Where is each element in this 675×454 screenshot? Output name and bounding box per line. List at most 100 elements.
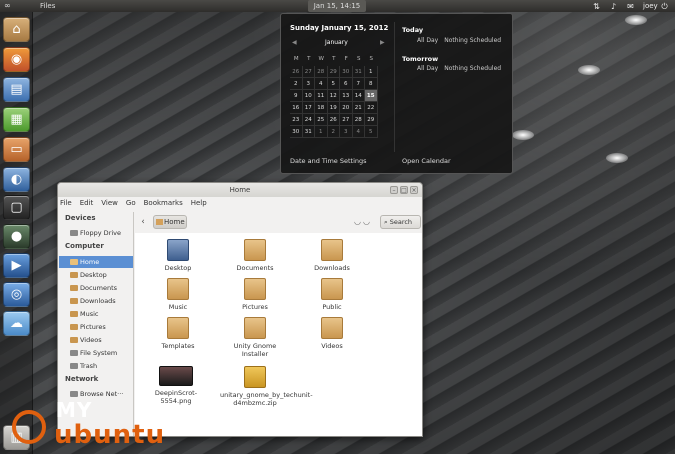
calendar-day[interactable]: 19: [327, 102, 340, 114]
maximize-icon[interactable]: □: [400, 186, 408, 194]
calendar-day[interactable]: 16: [290, 102, 303, 114]
calendar-day[interactable]: 9: [290, 90, 303, 102]
calendar-day[interactable]: 21: [352, 102, 365, 114]
sidebar-item-documents[interactable]: Documents: [59, 282, 133, 294]
calendar-day[interactable]: 31: [352, 66, 365, 78]
file-item-templates[interactable]: Templates: [143, 317, 213, 350]
calendar-day[interactable]: 24: [302, 114, 315, 126]
file-item-public[interactable]: Public: [297, 278, 367, 311]
calendar-day[interactable]: 29: [327, 66, 340, 78]
calendar-day[interactable]: 2: [327, 126, 340, 138]
calendar-day[interactable]: 23: [290, 114, 303, 126]
calc-icon[interactable]: ▦: [3, 107, 30, 132]
calendar-day[interactable]: 1: [315, 126, 328, 138]
prev-month-icon[interactable]: ◀: [292, 39, 297, 46]
web-icon[interactable]: ●: [3, 224, 30, 249]
close-icon[interactable]: ×: [410, 186, 418, 194]
calendar-day[interactable]: 3: [340, 126, 353, 138]
file-item-desktop[interactable]: Desktop: [143, 239, 213, 272]
writer-icon[interactable]: ▤: [3, 77, 30, 102]
calendar-day[interactable]: 8: [365, 78, 378, 90]
calendar-day[interactable]: 27: [340, 114, 353, 126]
calendar-day[interactable]: 13: [340, 90, 353, 102]
menu-edit[interactable]: Edit: [80, 199, 94, 209]
calendar-day[interactable]: 30: [340, 66, 353, 78]
file-item-unitary-zip[interactable]: unitary_gnome_by_techunit-d4mbzmc.zip: [220, 366, 313, 407]
calendar-day-today[interactable]: 15: [365, 90, 378, 102]
minimize-icon[interactable]: –: [390, 186, 398, 194]
next-month-icon[interactable]: ▶: [380, 39, 385, 46]
back-icon[interactable]: ‹: [136, 215, 150, 229]
ubuntu-one-icon[interactable]: ◎: [3, 282, 30, 307]
impress-icon[interactable]: ▭: [3, 137, 30, 162]
volume-icon[interactable]: ♪: [609, 2, 618, 11]
calendar-day[interactable]: 12: [327, 90, 340, 102]
ubuntu-logo-icon[interactable]: ∞: [4, 2, 16, 10]
file-item-unity-gnome-installer[interactable]: Unity Gnome Installer: [220, 317, 290, 358]
calendar-day[interactable]: 26: [327, 114, 340, 126]
calendar-day[interactable]: 1: [365, 66, 378, 78]
file-item-pictures[interactable]: Pictures: [220, 278, 290, 311]
calendar-day[interactable]: 20: [340, 102, 353, 114]
sidebar-item-desktop[interactable]: Desktop: [59, 269, 133, 281]
calendar-day[interactable]: 4: [352, 126, 365, 138]
clock-indicator[interactable]: Jan 15, 14:15: [308, 0, 366, 12]
calendar-day[interactable]: 6: [340, 78, 353, 90]
power-icon[interactable]: ⏻: [660, 2, 669, 11]
calendar-day[interactable]: 7: [352, 78, 365, 90]
calendar-day[interactable]: 30: [290, 126, 303, 138]
mail-icon[interactable]: ✉: [626, 2, 635, 11]
calendar-day[interactable]: 14: [352, 90, 365, 102]
calendar-day[interactable]: 25: [315, 114, 328, 126]
calendar-day[interactable]: 27: [302, 66, 315, 78]
sidebar-item-videos[interactable]: Videos: [59, 334, 133, 346]
sidebar-devices-header: Devices: [65, 214, 96, 222]
calendar-day[interactable]: 3: [302, 78, 315, 90]
software-center-icon[interactable]: ◐: [3, 167, 30, 192]
sidebar-item-label: Desktop: [80, 271, 107, 279]
open-calendar-link[interactable]: Open Calendar: [402, 157, 451, 165]
videos-icon[interactable]: ▶: [3, 253, 30, 278]
sidebar-item-pictures[interactable]: Pictures: [59, 321, 133, 333]
dash-home-icon[interactable]: ⌂: [3, 17, 30, 42]
calendar-day[interactable]: 10: [302, 90, 315, 102]
calendar-day[interactable]: 5: [365, 126, 378, 138]
calendar-day[interactable]: 29: [365, 114, 378, 126]
firefox-icon[interactable]: ◉: [3, 47, 30, 72]
menu-bookmarks[interactable]: Bookmarks: [144, 199, 183, 209]
menu-view[interactable]: View: [101, 199, 118, 209]
sidebar-item-home[interactable]: Home: [59, 256, 133, 268]
sidebar-item-trash[interactable]: Trash: [59, 360, 133, 372]
sidebar-item-floppy[interactable]: Floppy Drive: [59, 227, 133, 239]
calendar-day[interactable]: 31: [302, 126, 315, 138]
breadcrumb-home[interactable]: Home: [153, 215, 187, 229]
menu-go[interactable]: Go: [126, 199, 136, 209]
calendar-day[interactable]: 4: [315, 78, 328, 90]
window-titlebar[interactable]: Home – □ ×: [58, 183, 422, 197]
network-icon[interactable]: ⇅: [592, 2, 601, 11]
user-menu[interactable]: joey: [643, 2, 658, 11]
sidebar-item-downloads[interactable]: Downloads: [59, 295, 133, 307]
calendar-day[interactable]: 17: [302, 102, 315, 114]
calendar-day[interactable]: 11: [315, 90, 328, 102]
file-item-videos[interactable]: Videos: [297, 317, 367, 350]
calendar-day[interactable]: 5: [327, 78, 340, 90]
calendar-day[interactable]: 2: [290, 78, 303, 90]
calendar-day[interactable]: 18: [315, 102, 328, 114]
search-button[interactable]: ⌕ Search: [380, 215, 421, 229]
calendar-day[interactable]: 22: [365, 102, 378, 114]
date-time-settings-link[interactable]: Date and Time Settings: [290, 157, 367, 165]
cloud-icon[interactable]: ☁: [3, 311, 30, 336]
file-item-documents[interactable]: Documents: [220, 239, 290, 272]
zoom-controls-icon[interactable]: ◡◡: [354, 217, 372, 226]
sidebar-item-music[interactable]: Music: [59, 308, 133, 320]
sidebar-item-file-system[interactable]: File System: [59, 347, 133, 359]
menu-file[interactable]: File: [60, 199, 72, 209]
calendar-day[interactable]: 26: [290, 66, 303, 78]
calendar-day[interactable]: 28: [315, 66, 328, 78]
menu-help[interactable]: Help: [191, 199, 207, 209]
file-item-downloads[interactable]: Downloads: [297, 239, 367, 272]
file-item-music[interactable]: Music: [143, 278, 213, 311]
terminal-icon[interactable]: ▢: [3, 195, 30, 220]
calendar-day[interactable]: 28: [352, 114, 365, 126]
